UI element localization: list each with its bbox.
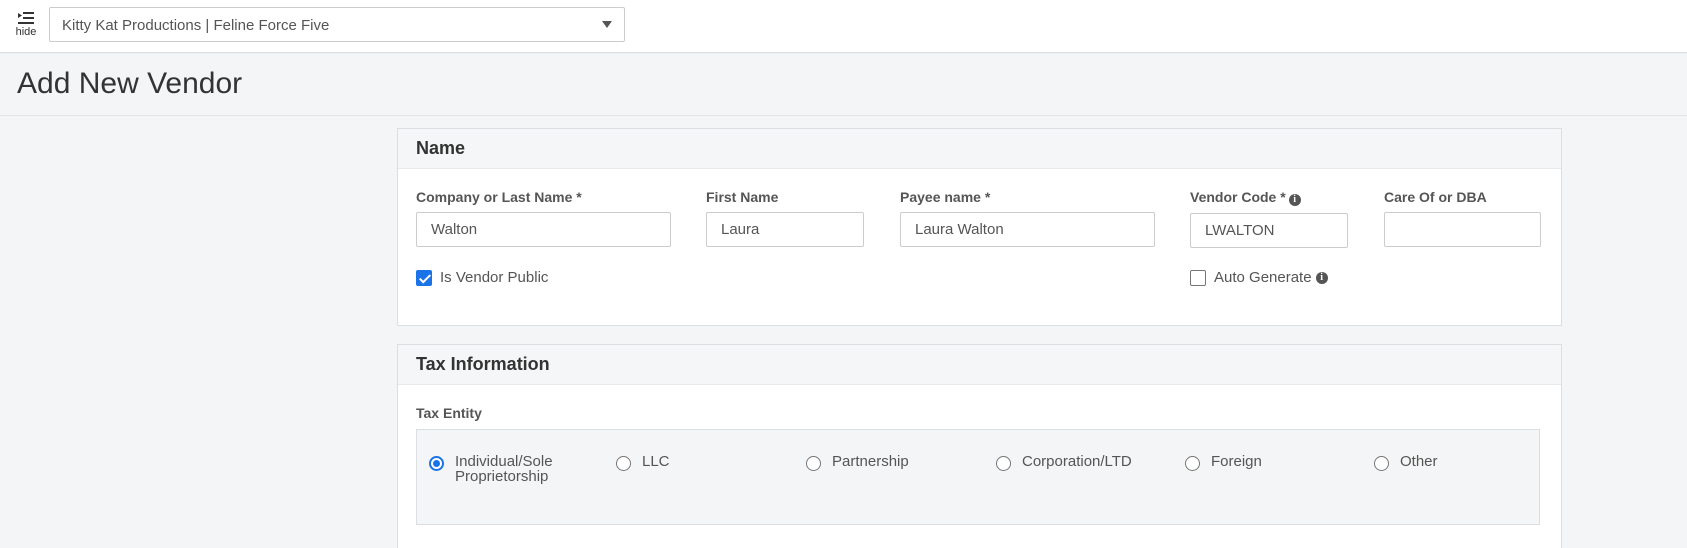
hide-label: hide <box>15 26 37 38</box>
radio-icon[interactable] <box>996 456 1011 471</box>
radio-label: LLC <box>642 453 670 470</box>
is-vendor-public-checkbox[interactable]: Is Vendor Public <box>416 269 548 286</box>
tax-entity-option-individual[interactable]: Individual/Sole Proprietorship <box>429 454 553 484</box>
vendor-code-label: Vendor Code * <box>1190 189 1286 205</box>
tax-panel-heading: Tax Information <box>416 354 550 374</box>
tax-entity-option-corporation[interactable]: Corporation/LTD <box>996 454 1132 471</box>
radio-label: Individual/Sole Proprietorship <box>455 453 553 485</box>
checkbox-checked-icon[interactable] <box>416 269 432 286</box>
vendor-code-input[interactable] <box>1190 213 1348 248</box>
project-select[interactable]: Kitty Kat Productions | Feline Force Fiv… <box>49 7 625 42</box>
project-select-value: Kitty Kat Productions | Feline Force Fiv… <box>62 17 330 34</box>
first-name-label: First Name <box>706 189 779 205</box>
info-icon[interactable]: i <box>1315 271 1328 284</box>
hide-sidebar-button[interactable]: hide <box>12 12 40 42</box>
radio-selected-icon[interactable] <box>429 456 444 471</box>
first-name-field: First Name <box>706 189 864 247</box>
name-panel-header: Name <box>398 129 1561 169</box>
care-of-input[interactable] <box>1384 212 1541 247</box>
top-bar: hide Kitty Kat Productions | Feline Forc… <box>0 0 1687 53</box>
checkbox-unchecked-icon[interactable] <box>1190 269 1206 286</box>
tax-entity-option-partnership[interactable]: Partnership <box>806 454 909 471</box>
vendor-code-label-row: Vendor Code * i <box>1190 189 1348 206</box>
first-name-input[interactable] <box>706 212 864 247</box>
page-header: Add New Vendor <box>0 54 1687 116</box>
auto-generate-checkbox[interactable]: Auto Generate i <box>1190 269 1328 286</box>
company-field: Company or Last Name * <box>416 189 671 247</box>
tax-entity-group: Individual/Sole Proprietorship LLC Partne… <box>416 429 1540 525</box>
info-icon[interactable]: i <box>1288 194 1301 206</box>
radio-icon[interactable] <box>806 456 821 471</box>
care-of-label: Care Of or DBA <box>1384 189 1487 205</box>
radio-icon[interactable] <box>1374 456 1389 471</box>
chevron-down-icon <box>602 21 612 28</box>
page-title: Add New Vendor <box>17 67 243 100</box>
tax-entity-label: Tax Entity <box>416 405 482 421</box>
is-vendor-public-label: Is Vendor Public <box>440 269 549 286</box>
vendor-code-field: Vendor Code * i <box>1190 189 1348 248</box>
payee-field: Payee name * <box>900 189 1155 247</box>
tax-panel-header: Tax Information <box>398 345 1561 385</box>
radio-icon[interactable] <box>616 456 631 471</box>
care-of-field: Care Of or DBA <box>1384 189 1541 247</box>
company-label: Company or Last Name * <box>416 189 582 205</box>
tax-entity-option-other[interactable]: Other <box>1374 454 1438 471</box>
radio-label: Partnership <box>832 453 909 470</box>
payee-input[interactable] <box>900 212 1155 247</box>
radio-label: Other <box>1400 453 1438 470</box>
tax-entity-option-llc[interactable]: LLC <box>616 454 670 471</box>
name-panel: Name Company or Last Name * First Name P… <box>397 128 1562 326</box>
auto-generate-label: Auto Generate <box>1214 269 1312 286</box>
radio-label: Corporation/LTD <box>1022 453 1132 470</box>
list-collapse-icon <box>18 12 34 24</box>
tax-panel: Tax Information Tax Entity Individual/So… <box>397 344 1562 548</box>
radio-icon[interactable] <box>1185 456 1200 471</box>
tax-entity-option-foreign[interactable]: Foreign <box>1185 454 1262 471</box>
radio-label: Foreign <box>1211 453 1262 470</box>
payee-label: Payee name * <box>900 189 991 205</box>
name-panel-heading: Name <box>416 138 466 158</box>
company-input[interactable] <box>416 212 671 247</box>
